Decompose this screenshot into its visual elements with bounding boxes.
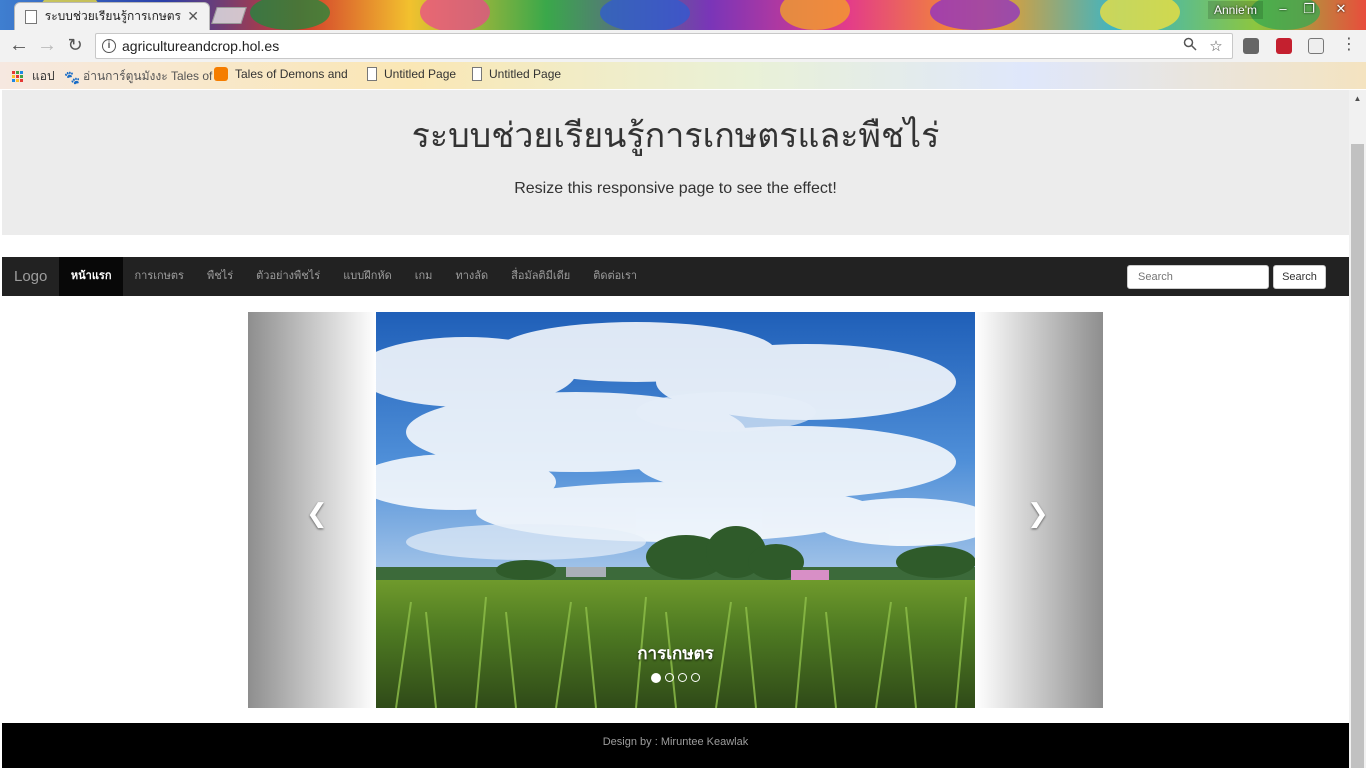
scroll-up-icon[interactable]: ▲ [1349,90,1366,107]
page-footer: Design by : Miruntee Keawlak [2,723,1349,768]
profile-button[interactable]: Annie'm [1208,1,1263,19]
extension-icon[interactable] [1276,38,1292,54]
carousel-prev-button[interactable]: ❮ [248,312,376,708]
nav-item-exercises[interactable]: แบบฝึกหัด [332,257,404,296]
search-button[interactable]: Search [1273,265,1326,289]
web-page: ระบบช่วยเรียนรู้การเกษตรและพืชไร่ Resize… [2,90,1349,768]
search-input[interactable] [1127,265,1269,289]
nav-item-games[interactable]: เกม [403,257,444,296]
carousel-caption: การเกษตร [637,644,714,664]
chevron-right-icon: ❯ [1027,498,1049,528]
close-icon[interactable]: ✕ [187,8,199,25]
bookmark-item[interactable]: 🐾 อ่านการ์ตูนมังงะ Tales of [64,67,212,86]
address-bar[interactable]: i agricultureandcrop.hol.es ☆ [95,33,1233,59]
page-header: ระบบช่วยเรียนรู้การเกษตรและพืชไร่ Resize… [2,90,1349,235]
back-icon[interactable]: ← [8,35,30,57]
page-icon [472,67,482,81]
bookmark-apps[interactable]: แอป [12,67,55,86]
nav-item-agriculture[interactable]: การเกษตร [123,257,195,296]
extension-icon[interactable] [1243,38,1259,54]
page-icon [25,9,37,24]
image-carousel: ❮ การเกษตร ❯ [248,312,1103,708]
main-navbar: Logo หน้าแรก การเกษตร พืชไร่ ตัวอย่างพืช… [2,257,1349,296]
close-window-icon[interactable]: ✕ [1328,0,1354,18]
carousel-indicator[interactable] [691,673,700,682]
apps-icon [12,70,24,83]
carousel-next-button[interactable]: ❯ [975,312,1103,708]
new-tab-button[interactable] [211,7,247,24]
carousel-indicator[interactable] [665,673,674,682]
zoom-icon[interactable] [1180,37,1200,55]
page-subtitle: Resize this responsive page to see the e… [514,180,837,197]
minimize-icon[interactable]: – [1270,0,1296,18]
navbar-brand[interactable]: Logo [2,257,59,296]
page-scrollbar[interactable]: ▲ [1349,90,1366,768]
nav-item-home[interactable]: หน้าแรก [59,257,123,296]
carousel-indicator[interactable] [651,673,661,683]
bookmark-item[interactable]: Tales of Demons and [214,67,348,81]
nav-item-crop-examples[interactable]: ตัวอย่างพืชไร่ [245,257,332,296]
footer-credit: Design by : Miruntee Keawlak [602,736,749,748]
info-icon[interactable]: i [102,39,116,53]
page-title: ระบบช่วยเรียนรู้การเกษตรและพืชไร่ [411,116,940,156]
browser-titlebar: ระบบช่วยเรียนรู้การเกษตรและพืชไร่ ✕ Anni… [0,0,1366,30]
star-icon[interactable]: ☆ [1206,37,1226,55]
nav-item-shortcuts[interactable]: ทางลัด [444,257,500,296]
paw-icon: 🐾 [64,69,81,85]
cast-icon[interactable] [1308,38,1324,54]
url-text[interactable]: agricultureandcrop.hol.es [122,38,1180,54]
scrollbar-thumb[interactable] [1351,144,1364,768]
tab-title: ระบบช่วยเรียนรู้การเกษตรและพืชไร่ [44,9,182,23]
carousel-slide-image: การเกษตร [376,312,975,708]
nav-item-field-crops[interactable]: พืชไร่ [195,257,244,296]
reload-icon[interactable]: ↻ [64,35,86,57]
page-icon [367,67,377,81]
chevron-left-icon: ❮ [306,498,328,528]
blogger-icon [214,67,228,81]
menu-icon[interactable]: ⋮ [1338,35,1360,57]
browser-toolbar: ← → ↻ i agricultureandcrop.hol.es ☆ ⋮ [0,30,1366,62]
nav-item-contact[interactable]: ติดต่อเรา [582,257,649,296]
bookmark-item[interactable]: Untitled Page [472,67,561,81]
restore-icon[interactable]: ❐ [1296,0,1322,18]
nav-item-multimedia[interactable]: สื่อมัลติมีเดีย [500,257,582,296]
carousel-indicators [376,673,975,683]
bookmark-item[interactable]: Untitled Page [367,67,456,81]
carousel-indicator[interactable] [678,673,687,682]
bookmarks-bar: แอป 🐾 อ่านการ์ตูนมังงะ Tales of Tales of… [0,62,1366,89]
browser-tab-active[interactable]: ระบบช่วยเรียนรู้การเกษตรและพืชไร่ ✕ [14,2,210,30]
forward-icon[interactable]: → [36,35,58,57]
